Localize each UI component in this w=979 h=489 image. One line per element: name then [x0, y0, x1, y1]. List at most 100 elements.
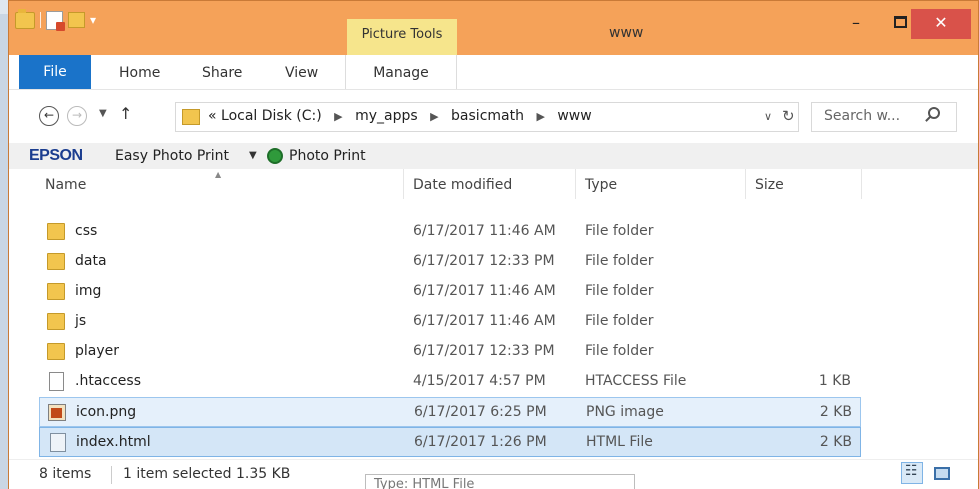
details-view-icon[interactable] [901, 462, 923, 484]
breadcrumb-local-disk[interactable]: Local Disk (C:) [221, 108, 322, 124]
file-date: 6/17/2017 1:26 PM [414, 434, 547, 450]
chevron-right-icon[interactable]: ▶ [334, 110, 342, 123]
search-input[interactable]: Search w... [824, 108, 900, 124]
list-item[interactable]: icon.png 6/17/2017 6:25 PM PNG image 2 K… [39, 397, 861, 427]
file-name: css [75, 223, 98, 239]
refresh-icon[interactable]: ↻ [782, 107, 795, 125]
close-button[interactable]: ✕ [911, 9, 971, 39]
list-item[interactable]: .htaccess 4/15/2017 4:57 PM HTACCESS Fil… [39, 367, 861, 397]
file-rows: css 6/17/2017 11:46 AM File folder data … [9, 217, 978, 457]
folder-icon[interactable] [15, 8, 35, 29]
epson-toolbar: EPSON Easy Photo Print ▼ Photo Print [9, 143, 978, 169]
properties-icon[interactable] [46, 10, 65, 31]
list-item[interactable]: index.html 6/17/2017 1:26 PM HTML File 2… [39, 427, 861, 457]
qat-customize-icon[interactable]: ▾ [90, 13, 96, 27]
breadcrumb-basicmath[interactable]: basicmath [451, 108, 524, 124]
window-title: www [609, 25, 644, 41]
list-item[interactable]: player 6/17/2017 12:33 PM File folder [39, 337, 861, 367]
maximize-icon [893, 16, 907, 28]
folder-icon [47, 283, 65, 300]
chevron-right-icon[interactable]: ▶ [536, 110, 544, 123]
file-type: File folder [585, 283, 654, 299]
title-bar: ▾ Picture Tools www – ✕ [9, 1, 978, 55]
column-header-date[interactable]: Date modified [413, 177, 512, 193]
back-button[interactable]: ← [39, 106, 59, 126]
breadcrumb-my-apps[interactable]: my_apps [355, 108, 418, 124]
file-name: player [75, 343, 120, 359]
easy-photo-print-dropdown-icon[interactable]: ▼ [249, 150, 257, 161]
file-name: data [75, 253, 107, 269]
navigation-bar: ← → ▼ ↑ « Local Disk (C:) ▶ my_apps ▶ ba… [9, 89, 978, 143]
tab-file[interactable]: File [19, 55, 91, 89]
list-item[interactable]: css 6/17/2017 11:46 AM File folder [39, 217, 861, 247]
column-header-type[interactable]: Type [585, 177, 617, 193]
file-date: 6/17/2017 11:46 AM [413, 223, 556, 239]
file-name: img [75, 283, 102, 299]
tab-view[interactable]: View [285, 55, 318, 89]
column-divider[interactable] [575, 169, 576, 199]
status-divider [111, 466, 112, 484]
folder-icon [47, 343, 65, 360]
breadcrumb-overflow[interactable]: « [208, 108, 217, 124]
column-divider[interactable] [403, 169, 404, 199]
selection-info: 1 item selected 1.35 KB [123, 466, 291, 482]
column-divider[interactable] [861, 169, 862, 199]
file-icon [49, 372, 64, 391]
file-type: HTML File [586, 434, 653, 450]
file-type: File folder [585, 343, 654, 359]
search-icon[interactable] [928, 107, 940, 119]
address-bar[interactable]: « Local Disk (C:) ▶ my_apps ▶ basicmath … [175, 102, 799, 132]
file-name: icon.png [76, 404, 137, 420]
up-button[interactable]: ↑ [119, 104, 132, 123]
tab-manage[interactable]: Manage [345, 55, 457, 89]
picture-tools-label: Picture Tools [347, 19, 457, 55]
file-name: .htaccess [75, 373, 141, 389]
file-type: HTACCESS File [585, 373, 687, 389]
file-type: File folder [585, 223, 654, 239]
column-divider[interactable] [745, 169, 746, 199]
folder-icon [47, 253, 65, 270]
folder-icon [47, 313, 65, 330]
ribbon-tabs: File Home Share View Manage ∨ ? [9, 55, 978, 131]
file-type: PNG image [586, 404, 664, 420]
file-date: 6/17/2017 12:33 PM [413, 253, 555, 269]
file-date: 6/17/2017 11:46 AM [413, 283, 556, 299]
list-item[interactable]: data 6/17/2017 12:33 PM File folder [39, 247, 861, 277]
large-icons-view-icon[interactable] [931, 464, 951, 482]
file-size: 1 KB [818, 373, 851, 389]
tab-share[interactable]: Share [202, 55, 242, 89]
chevron-right-icon[interactable]: ▶ [430, 110, 438, 123]
photo-print-button[interactable]: Photo Print [289, 148, 366, 164]
file-date: 6/17/2017 11:46 AM [413, 313, 556, 329]
file-list: ▲ Name Date modified Type Size css 6/17/… [9, 169, 978, 459]
file-type: File folder [585, 253, 654, 269]
item-count: 8 items [39, 466, 92, 482]
quick-access-toolbar: ▾ [15, 8, 96, 31]
column-header-name[interactable]: Name [45, 177, 86, 193]
recent-locations-icon[interactable]: ▼ [99, 108, 107, 119]
explorer-window: ▾ Picture Tools www – ✕ File Home Share … [8, 0, 979, 489]
photo-print-icon[interactable] [267, 148, 283, 164]
file-date: 4/15/2017 4:57 PM [413, 373, 546, 389]
status-bar: 8 items 1 item selected 1.35 KB Type: HT… [9, 459, 978, 489]
file-name: js [75, 313, 87, 329]
file-type: File folder [585, 313, 654, 329]
forward-button[interactable]: → [67, 106, 87, 126]
column-header-size[interactable]: Size [755, 177, 784, 193]
file-size: 2 KB [819, 434, 852, 450]
search-box[interactable]: Search w... [811, 102, 957, 132]
address-history-icon[interactable]: ∨ [764, 110, 772, 123]
address-folder-icon [182, 109, 200, 125]
file-date: 6/17/2017 6:25 PM [414, 404, 547, 420]
png-image-icon [48, 404, 66, 421]
breadcrumb-www[interactable]: www [557, 108, 591, 124]
new-folder-icon[interactable] [68, 12, 85, 28]
epson-logo: EPSON [29, 147, 83, 164]
minimize-button[interactable]: – [835, 9, 877, 39]
easy-photo-print-button[interactable]: Easy Photo Print [115, 148, 229, 164]
list-item[interactable]: img 6/17/2017 11:46 AM File folder [39, 277, 861, 307]
sort-ascending-icon: ▲ [215, 170, 222, 179]
folder-icon [47, 223, 65, 240]
list-item[interactable]: js 6/17/2017 11:46 AM File folder [39, 307, 861, 337]
tab-home[interactable]: Home [119, 55, 160, 89]
